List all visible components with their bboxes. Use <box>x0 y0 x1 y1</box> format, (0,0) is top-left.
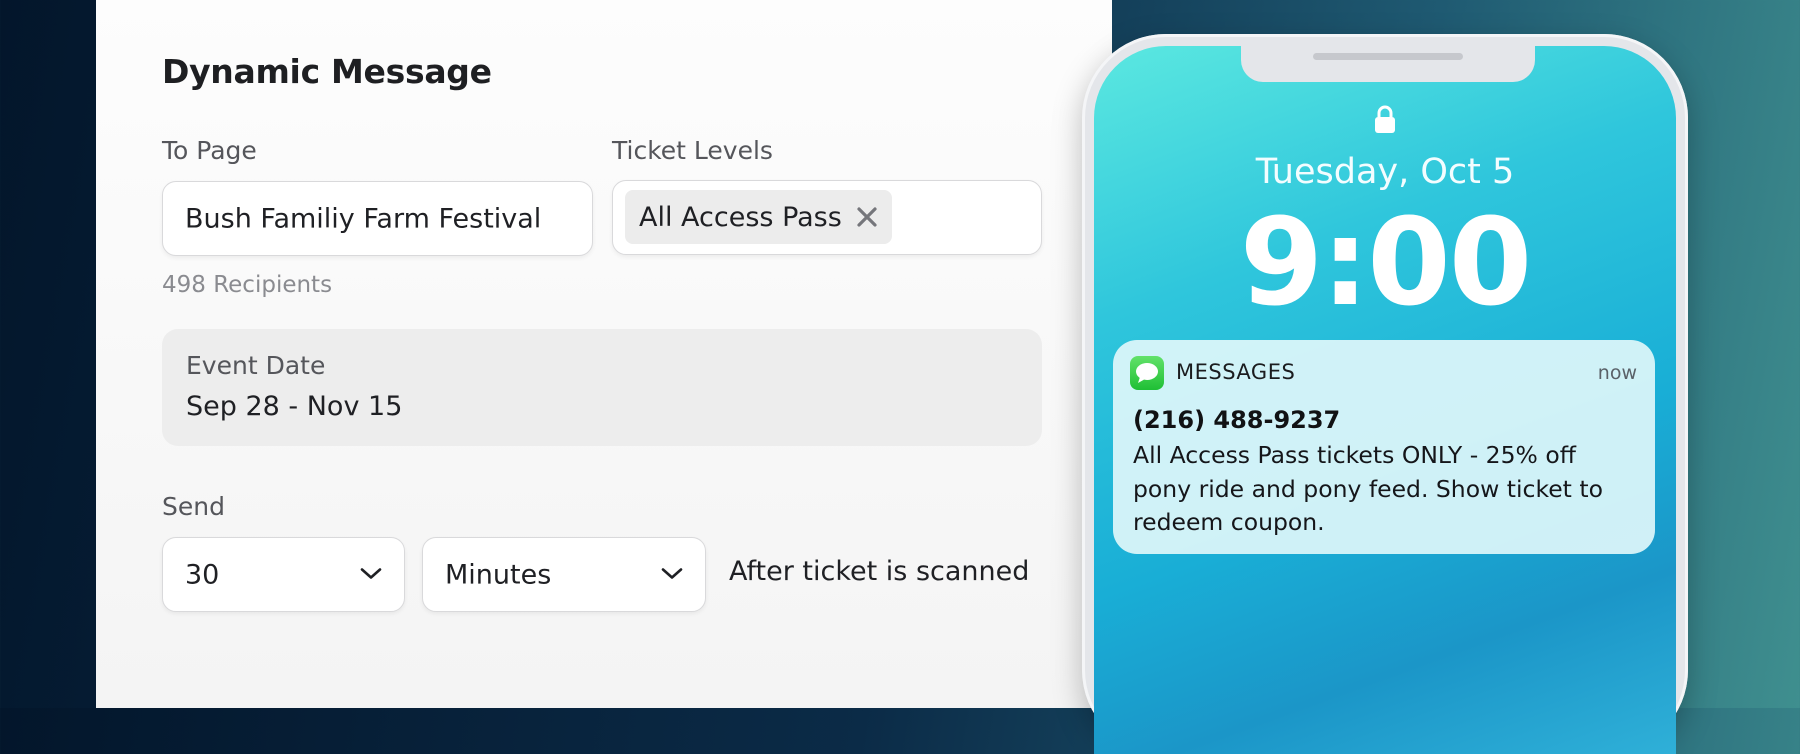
speaker-grille <box>1313 53 1463 60</box>
send-trigger-text: After ticket is scanned <box>729 556 1030 587</box>
ticket-levels-label: Ticket Levels <box>612 136 773 165</box>
send-unit-select[interactable]: Minutes <box>422 537 706 612</box>
notification-sender: (216) 488-9237 <box>1133 406 1341 434</box>
chevron-down-icon <box>661 565 683 584</box>
recipients-count: 498 Recipients <box>162 272 333 298</box>
event-date-value: Sep 28 - Nov 15 <box>186 391 403 422</box>
send-label: Send <box>162 492 225 521</box>
event-date-box: Event Date Sep 28 - Nov 15 <box>162 329 1042 446</box>
message-notification[interactable]: MESSAGES now (216) 488-9237 All Access P… <box>1113 340 1655 554</box>
panel-title: Dynamic Message <box>162 52 492 91</box>
to-page-field[interactable]: Bush Familiy Farm Festival <box>162 181 593 256</box>
lock-screen: Tuesday, Oct 5 9:00 MESSAGES now (216) 4… <box>1094 46 1676 754</box>
notification-app-name: MESSAGES <box>1176 360 1296 384</box>
event-date-label: Event Date <box>186 351 326 380</box>
ticket-level-chip: All Access Pass <box>625 190 892 244</box>
chevron-down-icon <box>360 565 382 584</box>
phone-notch <box>1241 46 1535 82</box>
ticket-levels-field[interactable]: All Access Pass <box>612 180 1042 255</box>
chip-label: All Access Pass <box>639 201 842 233</box>
to-page-label: To Page <box>162 136 257 165</box>
send-amount-value: 30 <box>185 559 220 590</box>
lock-screen-time: 9:00 <box>1239 194 1532 333</box>
messages-app-icon <box>1130 356 1164 390</box>
send-unit-value: Minutes <box>445 559 552 590</box>
phone-mockup: Tuesday, Oct 5 9:00 MESSAGES now (216) 4… <box>1082 34 1688 754</box>
dynamic-message-panel: Dynamic Message To Page Bush Familiy Far… <box>96 0 1112 708</box>
notification-time: now <box>1597 362 1637 384</box>
notification-body: All Access Pass tickets ONLY - 25% off p… <box>1133 441 1603 536</box>
lock-screen-date: Tuesday, Oct 5 <box>1255 152 1515 192</box>
to-page-value: Bush Familiy Farm Festival <box>185 203 542 234</box>
send-amount-select[interactable]: 30 <box>162 537 405 612</box>
close-icon[interactable] <box>856 206 878 228</box>
lock-icon <box>1373 104 1397 138</box>
